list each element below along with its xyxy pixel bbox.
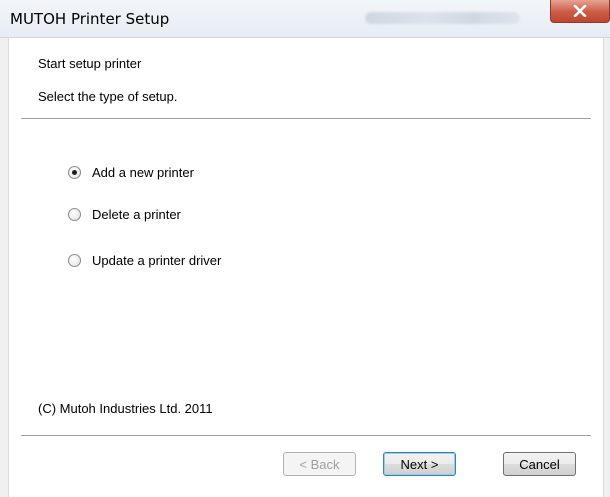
- header-divider: [21, 118, 591, 120]
- blurred-title-area: [365, 12, 520, 24]
- close-button[interactable]: [550, 0, 610, 23]
- radio-button-icon[interactable]: [68, 253, 81, 267]
- close-icon: [573, 5, 587, 17]
- radio-update-printer-driver[interactable]: Update a printer driver: [68, 251, 221, 269]
- window-title: MUTOH Printer Setup: [10, 10, 170, 28]
- page-heading: Start setup printer: [38, 56, 142, 71]
- radio-button-icon[interactable]: [68, 165, 81, 179]
- page-subheading: Select the type of setup.: [38, 89, 178, 104]
- next-button[interactable]: Next >: [383, 452, 456, 476]
- radio-label[interactable]: Update a printer driver: [92, 253, 221, 268]
- back-button[interactable]: < Back: [283, 452, 356, 476]
- radio-delete-printer[interactable]: Delete a printer: [68, 205, 181, 223]
- copyright-text: (C) Mutoh Industries Ltd. 2011: [38, 401, 213, 416]
- radio-button-icon[interactable]: [68, 207, 81, 221]
- radio-label[interactable]: Delete a printer: [92, 207, 181, 222]
- title-bar: MUTOH Printer Setup: [0, 0, 610, 38]
- cancel-button[interactable]: Cancel: [503, 452, 576, 476]
- radio-label[interactable]: Add a new printer: [92, 165, 194, 180]
- dialog-content: Start setup printer Select the type of s…: [8, 38, 604, 497]
- footer-divider: [21, 435, 591, 437]
- radio-add-new-printer[interactable]: Add a new printer: [68, 163, 194, 181]
